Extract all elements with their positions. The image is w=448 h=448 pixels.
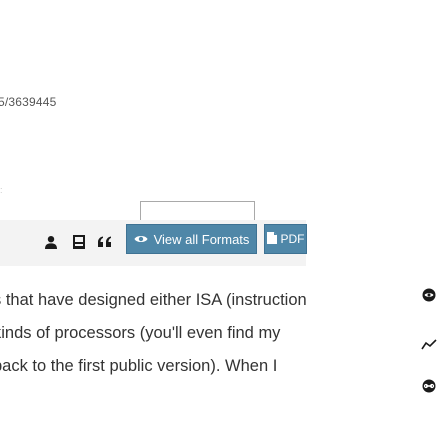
view-all-formats-label: View all Formats <box>153 231 250 247</box>
doi-text: 5/3639445 <box>0 95 57 109</box>
pdf-button[interactable]: PDF <box>264 224 307 254</box>
edge-mark: : <box>0 185 3 195</box>
user-icon[interactable] <box>40 231 62 253</box>
eye-icon <box>134 232 148 247</box>
toolbar-input[interactable] <box>140 201 255 221</box>
quote-icon[interactable] <box>94 231 116 253</box>
link-icon[interactable] <box>420 377 438 395</box>
paragraph-line: back to the first public version). When … <box>0 357 278 375</box>
view-icon[interactable] <box>420 286 438 304</box>
view-all-formats-button[interactable]: View all Formats <box>126 224 257 254</box>
pdf-file-icon <box>266 231 277 247</box>
paragraph-line: s that have designed either ISA (instruc… <box>0 291 307 309</box>
paragraph-line: kinds of processors (you'll even find my <box>0 324 281 342</box>
trend-icon[interactable] <box>420 336 438 354</box>
pdf-label: PDF <box>280 232 305 246</box>
book-icon[interactable] <box>68 231 90 253</box>
article-body: s that have designed either ISA (instruc… <box>0 284 413 383</box>
